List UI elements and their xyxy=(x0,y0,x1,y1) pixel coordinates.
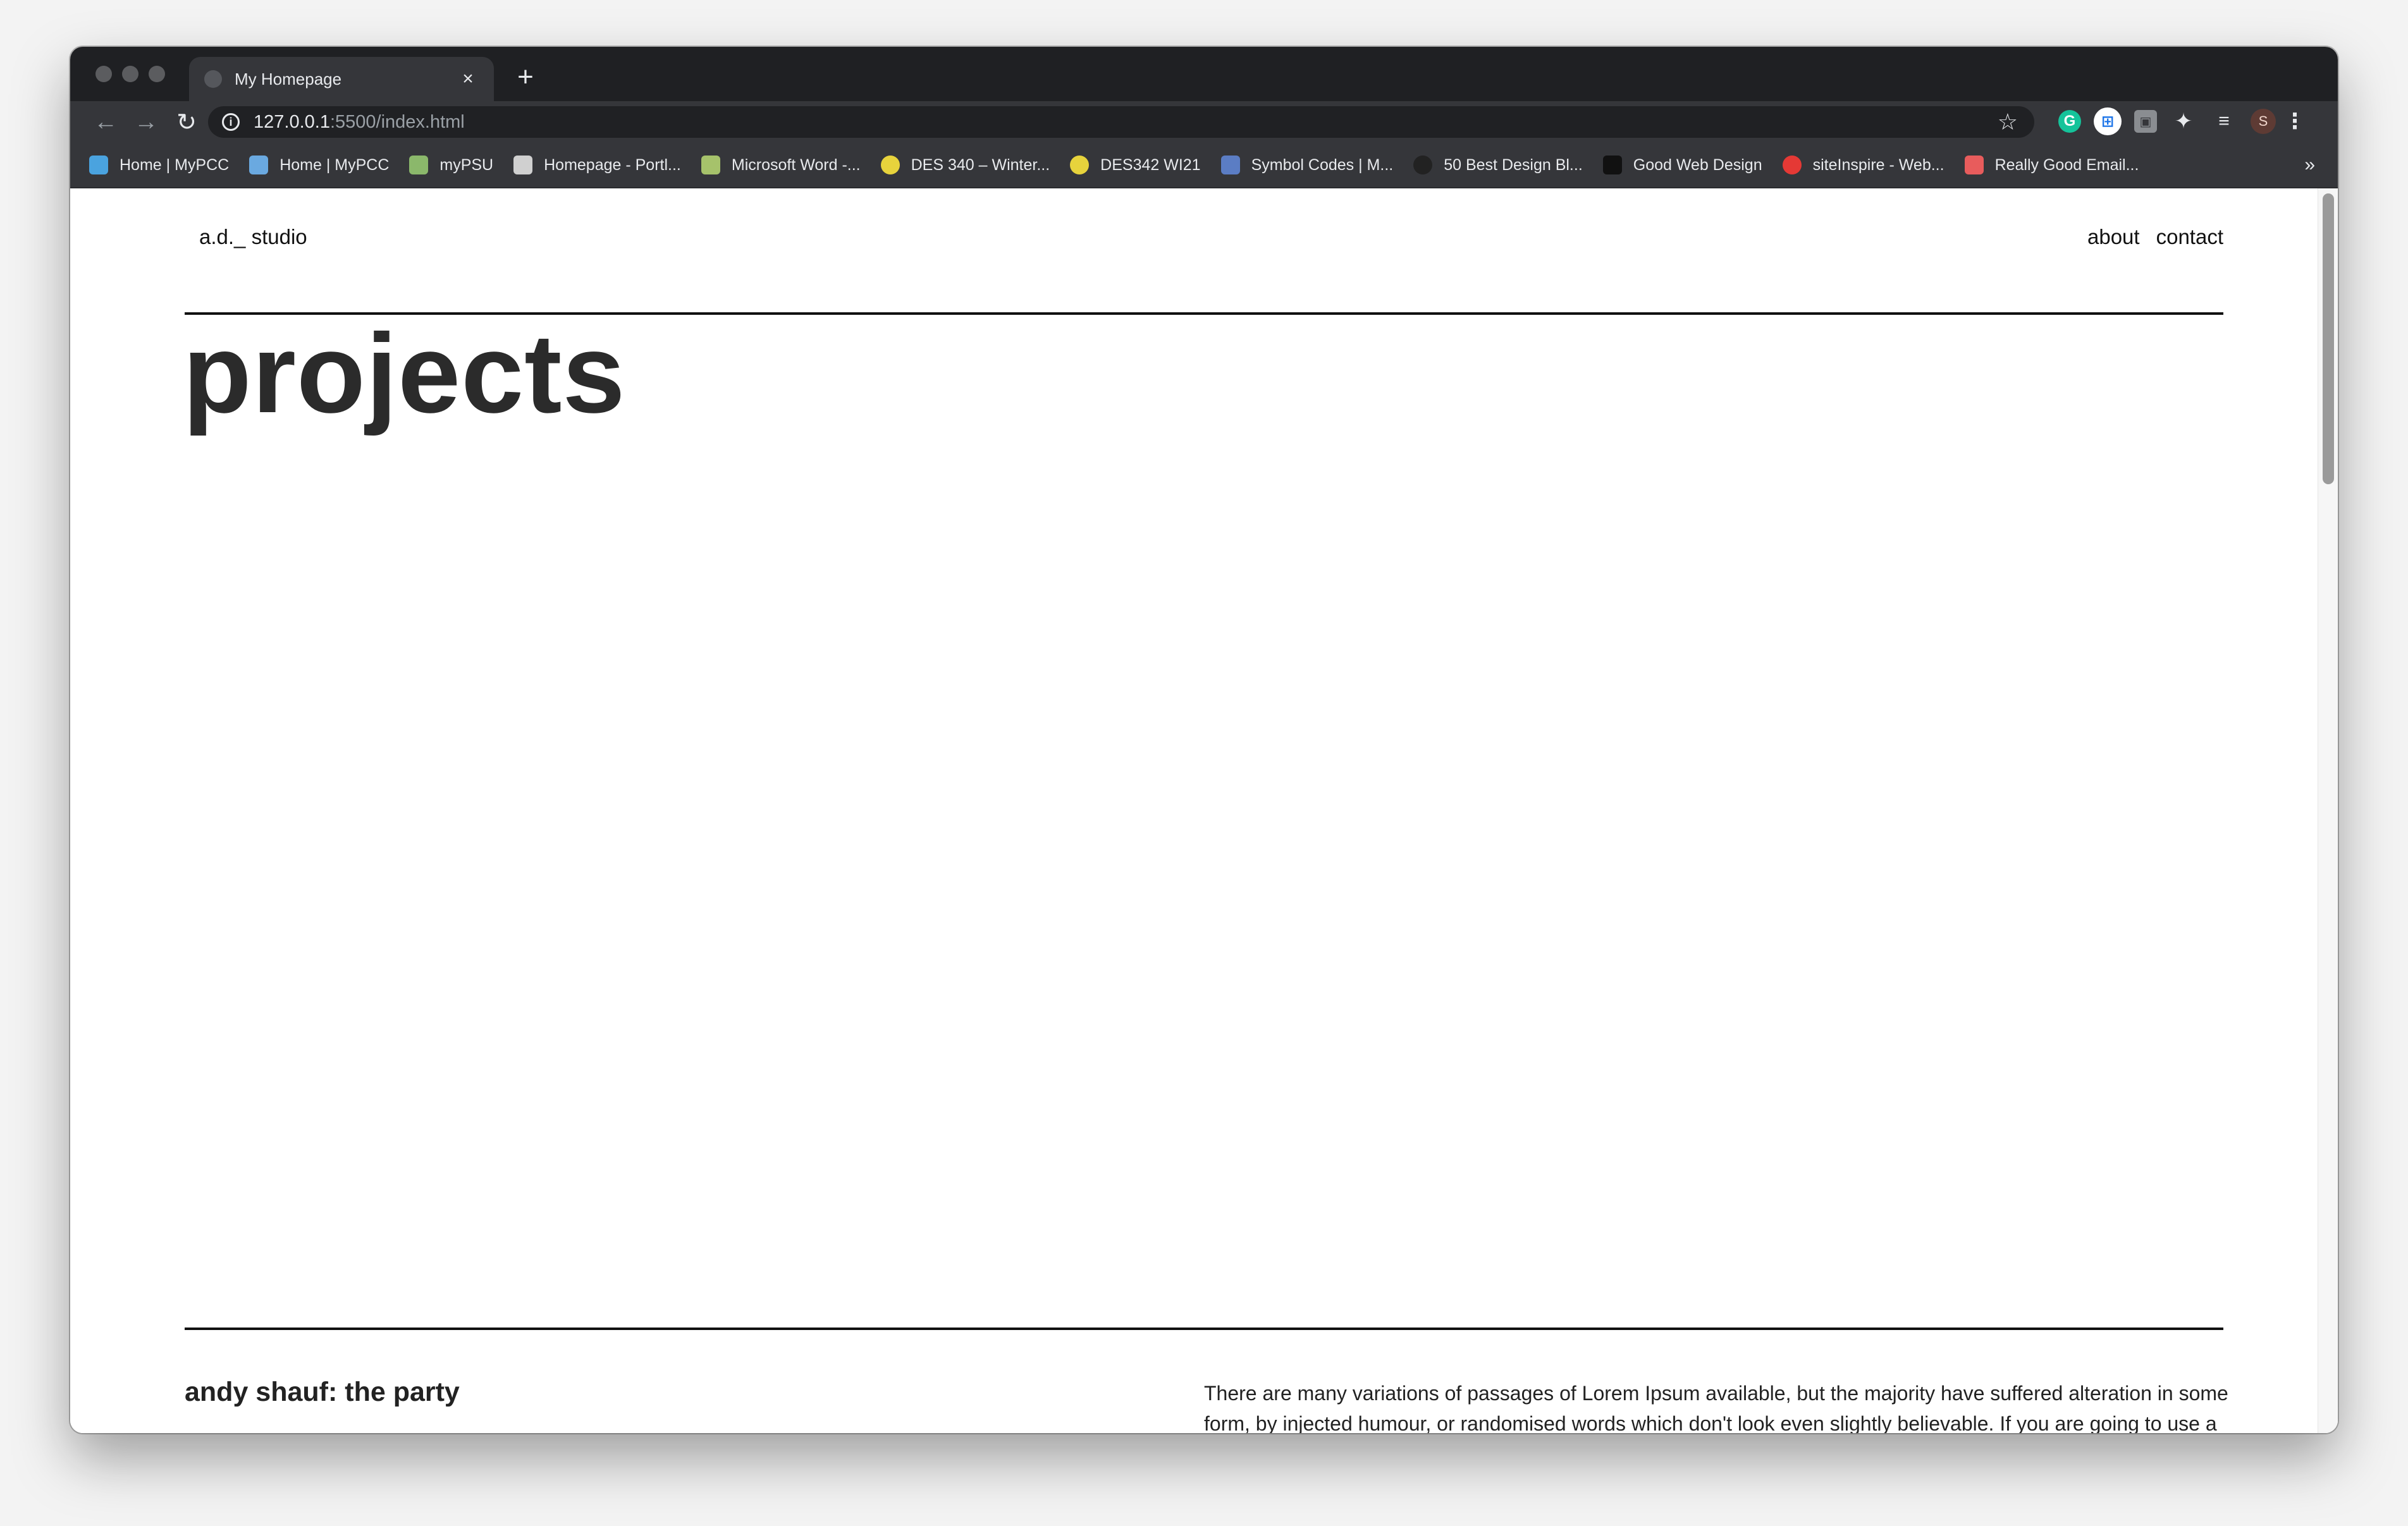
bookmark-label: Home | MyPCC xyxy=(120,156,230,174)
bookmark-item[interactable]: Home | MyPCC xyxy=(249,156,389,174)
minimize-window-button[interactable] xyxy=(122,66,138,82)
bookmark-label: Home | MyPCC xyxy=(280,156,390,174)
window-controls xyxy=(95,66,165,82)
bookmark-item[interactable]: myPSU xyxy=(409,156,493,174)
bookmark-label: Symbol Codes | M... xyxy=(1251,156,1394,174)
bookmark-favicon-icon xyxy=(409,156,429,174)
reading-list-icon[interactable]: ≡ xyxy=(2210,107,2238,135)
bookmark-label: Really Good Email... xyxy=(1994,156,2139,174)
bookmark-label: siteInspire - Web... xyxy=(1812,156,1944,174)
url-host: 127.0.0.1 xyxy=(254,111,330,132)
tab-title: My Homepage xyxy=(235,69,342,89)
bookmark-item[interactable]: 50 Best Design Bl... xyxy=(1413,156,1583,174)
project-description: There are many variations of passages of… xyxy=(1204,1382,2228,1433)
address-bar[interactable]: i 127.0.0.1 :5500/index.html ☆ xyxy=(208,106,2034,138)
bookmark-item[interactable]: Microsoft Word -... xyxy=(701,156,861,174)
bookmark-favicon-icon xyxy=(513,156,533,174)
site-logo[interactable]: a.d._ studio xyxy=(199,225,307,249)
bookmark-label: DES342 WI21 xyxy=(1100,156,1201,174)
page-title: projects xyxy=(183,310,626,436)
bookmark-item[interactable]: DES 340 – Winter... xyxy=(880,156,1050,174)
extensions-area: G ⊞ ▣ ✦ ≡ S ⋮ xyxy=(2058,107,2306,135)
bookmark-item[interactable]: Good Web Design xyxy=(1602,156,1762,174)
browser-window: My Homepage × + ← → ↻ i 127.0.0.1 :5500/… xyxy=(70,47,2338,1433)
bookmark-favicon-icon xyxy=(880,156,900,174)
bookmark-label: Microsoft Word -... xyxy=(731,156,861,174)
bookmark-item[interactable]: siteInspire - Web... xyxy=(1782,156,1944,174)
reload-button[interactable]: ↻ xyxy=(166,108,207,137)
bookmark-item[interactable]: Really Good Email... xyxy=(1964,156,2139,174)
bookmark-item[interactable]: Homepage - Portl... xyxy=(513,156,681,174)
bookmark-item[interactable]: Home | MyPCC xyxy=(89,156,229,174)
tab-my-homepage[interactable]: My Homepage × xyxy=(189,57,494,101)
bookmark-favicon-icon xyxy=(1964,156,1984,174)
bookmark-favicon-icon xyxy=(249,156,269,174)
globe-icon xyxy=(204,70,222,88)
grid-extension-icon[interactable]: ⊞ xyxy=(2094,107,2122,135)
maximize-window-button[interactable] xyxy=(149,66,165,82)
forward-button[interactable]: → xyxy=(126,109,166,136)
more-menu-icon[interactable]: ⋮ xyxy=(2284,107,2306,135)
browser-toolbar: ← → ↻ i 127.0.0.1 :5500/index.html ☆ G ⊞… xyxy=(70,101,2338,143)
scrollbar-thumb[interactable] xyxy=(2323,193,2334,484)
close-window-button[interactable] xyxy=(95,66,112,82)
bookmark-label: myPSU xyxy=(439,156,494,174)
site-header: a.d._ studio about contact xyxy=(185,188,2223,315)
site-nav: about contact xyxy=(2087,225,2223,249)
url-path: :5500/index.html xyxy=(329,111,465,132)
bookmark-label: Good Web Design xyxy=(1633,156,1762,174)
bookmark-favicon-icon xyxy=(1602,156,1622,174)
bookmark-item[interactable]: Symbol Codes | M... xyxy=(1220,156,1394,174)
bookmark-favicon-icon xyxy=(1782,156,1802,174)
close-icon[interactable]: × xyxy=(457,68,479,90)
bookmarks-overflow-button[interactable]: » xyxy=(2304,154,2315,176)
section-divider xyxy=(185,1328,2223,1330)
desktop: My Homepage × + ← → ↻ i 127.0.0.1 :5500/… xyxy=(0,0,2408,1526)
bookmark-label: Homepage - Portl... xyxy=(544,156,681,174)
vertical-scrollbar[interactable] xyxy=(2318,188,2338,1433)
grammarly-extension-icon[interactable]: G xyxy=(2058,110,2081,133)
bookmark-star-icon[interactable]: ☆ xyxy=(1998,109,2018,135)
extensions-puzzle-icon[interactable]: ✦ xyxy=(2170,107,2197,135)
profile-avatar[interactable]: S xyxy=(2251,109,2276,134)
bookmark-favicon-icon xyxy=(1220,156,1240,174)
bookmark-favicon-icon xyxy=(89,156,108,174)
new-tab-button[interactable]: + xyxy=(508,59,543,95)
bookmark-label: DES 340 – Winter... xyxy=(911,156,1050,174)
info-icon[interactable]: i xyxy=(222,113,240,131)
nav-link-contact[interactable]: contact xyxy=(2156,225,2223,249)
bookmarks-bar: Home | MyPCC Home | MyPCC myPSU Homepage… xyxy=(70,143,2338,188)
project-title: andy shauf: the party xyxy=(185,1377,460,1407)
bookmark-item[interactable]: DES342 WI21 xyxy=(1070,156,1201,174)
bookmark-favicon-icon xyxy=(1070,156,1090,174)
back-button[interactable]: ← xyxy=(85,109,126,136)
bookmark-favicon-icon xyxy=(1413,156,1433,174)
square-extension-icon[interactable]: ▣ xyxy=(2134,110,2157,133)
page-viewport: a.d._ studio about contact projects andy… xyxy=(70,188,2338,1433)
nav-link-about[interactable]: about xyxy=(2087,225,2140,249)
bookmark-label: 50 Best Design Bl... xyxy=(1444,156,1583,174)
bookmark-favicon-icon xyxy=(701,156,720,174)
tab-strip: My Homepage × + xyxy=(70,47,2338,101)
